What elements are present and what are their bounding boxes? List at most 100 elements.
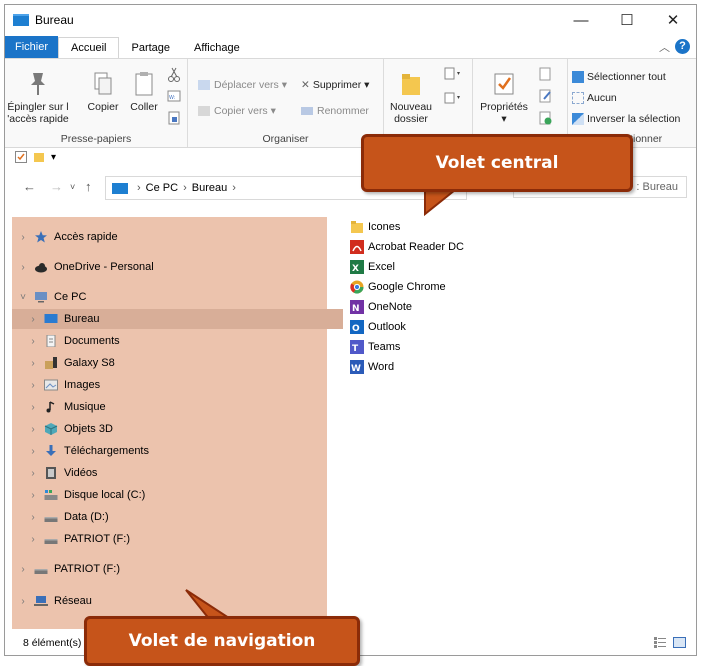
minimize-button[interactable]: —	[558, 5, 604, 35]
up-arrow-icon[interactable]: ↑	[85, 179, 92, 194]
move-to-button[interactable]: Déplacer vers ▾	[198, 79, 287, 91]
nav-item-onedrive[interactable]: › OneDrive - Personal	[12, 257, 333, 277]
customize-toolbar-icon[interactable]: ▾	[51, 152, 56, 163]
nav-item-musique[interactable]: › Musique	[12, 397, 343, 417]
file-item-word[interactable]: W Word	[350, 357, 650, 377]
nav-item-telechargements[interactable]: › Téléchargements	[12, 441, 343, 461]
back-arrow-icon[interactable]: ←	[23, 179, 36, 194]
paste-shortcut-button[interactable]	[165, 111, 183, 128]
pin-label-line2: 'accès rapide	[7, 113, 69, 125]
expand-chevron-icon[interactable]: ›	[28, 402, 38, 413]
select-all-button[interactable]: Sélectionner tout	[572, 71, 666, 84]
svg-text:W:: W:	[169, 95, 176, 101]
desktop-location-icon	[112, 182, 128, 194]
large-icons-view-icon[interactable]	[673, 637, 686, 651]
details-view-icon[interactable]	[654, 637, 666, 651]
nav-item-images[interactable]: › Images	[12, 375, 343, 395]
nav-item-patriot-f[interactable]: › PATRIOT (F:)	[12, 559, 333, 579]
excel-icon: X	[350, 260, 364, 274]
expand-chevron-icon[interactable]: ›	[28, 490, 38, 501]
nav-item-disque-c[interactable]: › Disque local (C:)	[12, 485, 343, 505]
nav-item-patriot-f-pc[interactable]: › PATRIOT (F:)	[12, 529, 343, 549]
rename-icon	[301, 107, 313, 116]
file-item-chrome[interactable]: Google Chrome	[350, 277, 650, 297]
search-placeholder: : Bureau	[636, 181, 678, 193]
pin-quick-access-button[interactable]: Épingler sur l 'accès rapide	[7, 71, 69, 125]
computer-icon	[35, 292, 47, 303]
file-label: Outlook	[368, 321, 406, 333]
select-none-button[interactable]: Aucun	[572, 92, 617, 105]
tab-partage[interactable]: Partage	[119, 38, 182, 58]
expand-chevron-icon[interactable]: ›	[28, 358, 38, 369]
expand-chevron-icon[interactable]: ›	[28, 468, 38, 479]
collapse-chevron-icon[interactable]: ˅	[18, 292, 28, 303]
rename-button[interactable]: Renommer	[301, 105, 369, 117]
expand-chevron-icon[interactable]: ›	[28, 446, 38, 457]
music-icon	[46, 401, 55, 413]
copy-button[interactable]: Copier	[87, 71, 119, 113]
invert-selection-button[interactable]: Inverser la sélection	[572, 113, 680, 126]
file-item-icones[interactable]: Icones	[350, 217, 650, 237]
breadcrumb-ce-pc[interactable]: Ce PC	[146, 182, 178, 194]
nav-item-documents[interactable]: › Documents	[12, 331, 343, 351]
nav-label: Galaxy S8	[64, 357, 115, 369]
collapse-ribbon-icon[interactable]: ︿	[659, 39, 670, 55]
properties-button[interactable]: Propriétés ▾	[479, 71, 529, 125]
file-item-onenote[interactable]: N OneNote	[350, 297, 650, 317]
file-item-excel[interactable]: X Excel	[350, 257, 650, 277]
easy-access-button[interactable]	[442, 91, 464, 108]
properties-small-icon[interactable]	[15, 151, 27, 163]
nav-item-quick-access[interactable]: › Accès rapide	[12, 227, 333, 247]
tab-accueil[interactable]: Accueil	[58, 37, 120, 58]
cut-button[interactable]	[165, 67, 183, 86]
nav-item-galaxy-s8[interactable]: › Galaxy S8	[12, 353, 343, 373]
delete-button[interactable]: ✕ Supprimer ▾	[301, 79, 369, 91]
copy-to-label: Copier vers	[214, 105, 268, 117]
nav-item-bureau[interactable]: › Bureau	[12, 309, 343, 329]
nav-label: Téléchargements	[64, 445, 149, 457]
history-icon	[539, 111, 552, 125]
expand-chevron-icon[interactable]: ›	[28, 336, 38, 347]
breadcrumb-bureau[interactable]: Bureau	[192, 182, 227, 194]
nav-item-objets-3d[interactable]: › Objets 3D	[12, 419, 343, 439]
expand-chevron-icon[interactable]: ›	[28, 314, 38, 325]
close-button[interactable]: ✕	[650, 5, 696, 35]
title-bar: Bureau — ☐ ✕	[5, 5, 696, 35]
nav-item-reseau[interactable]: › Réseau	[12, 591, 333, 611]
acrobat-icon	[350, 240, 364, 254]
file-item-acrobat[interactable]: Acrobat Reader DC	[350, 237, 650, 257]
history-button[interactable]	[535, 111, 557, 128]
tab-fichier[interactable]: Fichier	[5, 36, 59, 58]
expand-chevron-icon[interactable]: ›	[28, 512, 38, 523]
expand-chevron-icon[interactable]: ›	[28, 380, 38, 391]
expand-chevron-icon[interactable]: ›	[18, 596, 28, 607]
expand-chevron-icon[interactable]: ›	[28, 534, 38, 545]
new-folder-button[interactable]: Nouveau dossier	[388, 71, 434, 125]
file-item-outlook[interactable]: O Outlook	[350, 317, 650, 337]
group-label-organize: Organiser	[262, 133, 309, 145]
copy-to-button[interactable]: Copier vers ▾	[198, 105, 276, 117]
expand-chevron-icon[interactable]: ›	[18, 232, 28, 243]
folder-small-icon[interactable]	[33, 151, 45, 163]
file-label: Acrobat Reader DC	[368, 241, 464, 253]
ribbon-tabs: Fichier Accueil Partage Affichage ︿ ?	[5, 36, 696, 58]
paste-button[interactable]: Coller	[129, 71, 159, 113]
forward-arrow-icon[interactable]: →	[50, 179, 63, 194]
nav-label: Accès rapide	[54, 231, 118, 243]
nav-item-ce-pc[interactable]: ˅ Ce PC	[12, 287, 333, 307]
file-item-teams[interactable]: T Teams	[350, 337, 650, 357]
edit-button[interactable]	[535, 89, 557, 106]
help-icon[interactable]: ?	[675, 39, 690, 54]
expand-chevron-icon[interactable]: ›	[18, 564, 28, 575]
expand-chevron-icon[interactable]: ›	[28, 424, 38, 435]
maximize-button[interactable]: ☐	[604, 5, 650, 35]
tab-affichage[interactable]: Affichage	[182, 38, 252, 58]
nav-item-data-d[interactable]: › Data (D:)	[12, 507, 343, 527]
copy-path-button[interactable]: W:	[165, 89, 183, 106]
nav-item-videos[interactable]: › Vidéos	[12, 463, 343, 483]
open-button[interactable]	[535, 67, 557, 84]
expand-chevron-icon[interactable]: ›	[18, 262, 28, 273]
new-item-button[interactable]	[442, 67, 464, 84]
recent-locations-icon[interactable]: ˅	[70, 182, 75, 192]
callout-central-pointer	[424, 189, 458, 217]
